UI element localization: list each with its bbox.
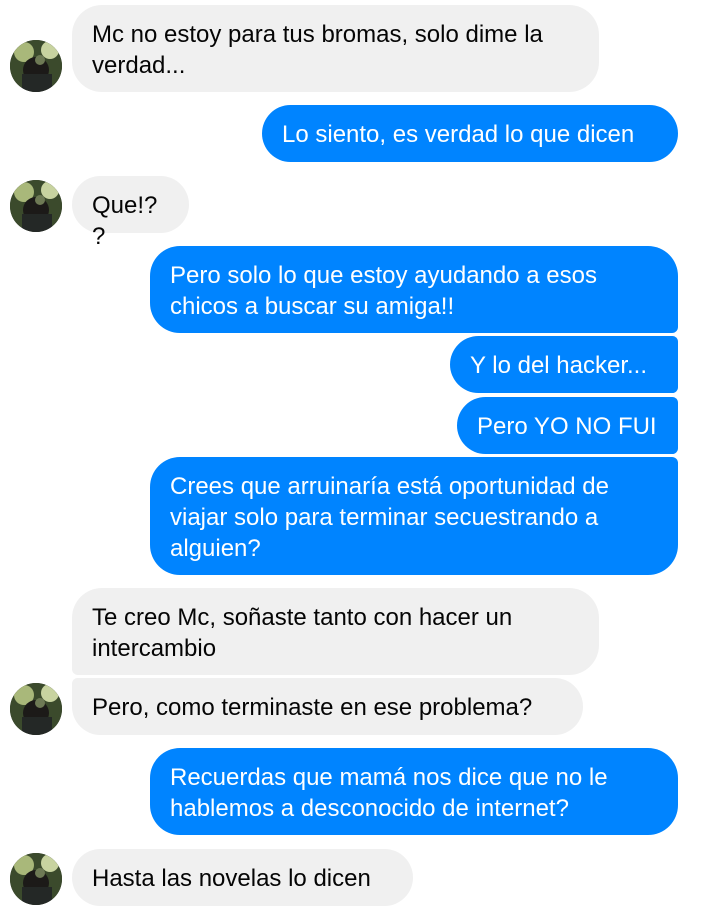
message-incoming[interactable]: Mc no estoy para tus bromas, solo dime l…: [72, 5, 599, 92]
message-outgoing[interactable]: Recuerdas que mamá nos dice que no le ha…: [150, 748, 678, 835]
message-incoming[interactable]: Hasta las novelas lo dicen: [72, 849, 413, 906]
message-outgoing[interactable]: Y lo del hacker...: [450, 336, 678, 393]
message-outgoing[interactable]: Lo siento, es verdad lo que dicen: [262, 105, 678, 162]
contact-avatar[interactable]: [10, 180, 62, 232]
contact-avatar[interactable]: [10, 683, 62, 735]
avatar-photo-icon: [10, 853, 62, 905]
avatar-photo-icon: [10, 180, 62, 232]
message-incoming[interactable]: Te creo Mc, soñaste tanto con hacer un i…: [72, 588, 599, 675]
message-outgoing[interactable]: Pero YO NO FUI: [457, 397, 678, 454]
avatar-photo-icon: [10, 683, 62, 735]
avatar-photo-icon: [10, 40, 62, 92]
message-thread: Mc no estoy para tus bromas, solo dime l…: [0, 0, 720, 913]
message-outgoing[interactable]: Pero solo lo que estoy ayudando a esos c…: [150, 246, 678, 333]
contact-avatar[interactable]: [10, 40, 62, 92]
message-incoming[interactable]: Pero, como terminaste en ese problema?: [72, 678, 583, 735]
message-incoming[interactable]: Que!??: [72, 176, 189, 250]
contact-avatar[interactable]: [10, 853, 62, 905]
message-outgoing[interactable]: Crees que arruinaría está oportunidad de…: [150, 457, 678, 575]
